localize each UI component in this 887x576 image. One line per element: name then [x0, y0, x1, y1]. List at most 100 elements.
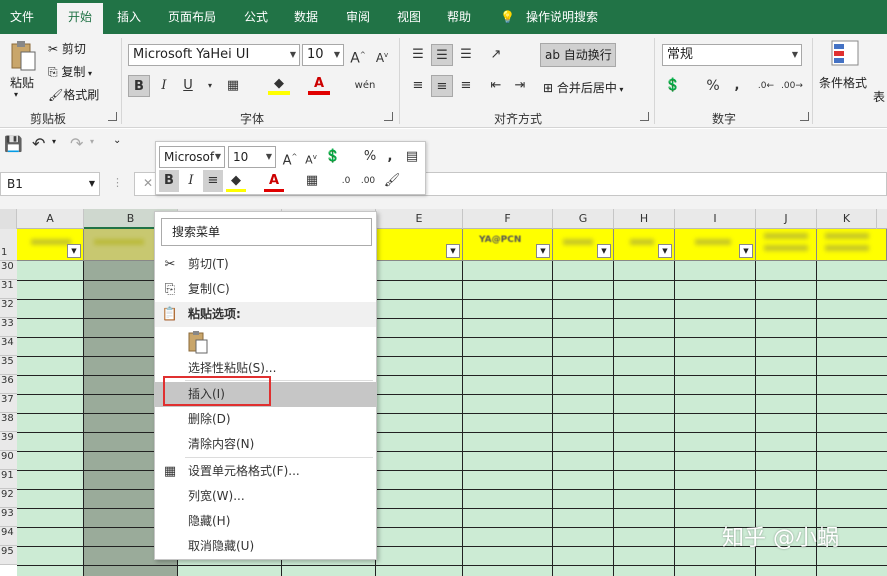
decrease-indent-icon[interactable]: ⇤	[485, 75, 507, 97]
customize-qat-icon[interactable]: ⌄	[113, 135, 121, 146]
font-size-select[interactable]: 10 ▼	[302, 44, 344, 66]
decrease-decimal-icon[interactable]: .00→	[781, 75, 803, 97]
borders-icon[interactable]: ▦	[302, 170, 322, 192]
paste-dropdown-icon[interactable]: ▾	[14, 90, 18, 99]
header-cell[interactable]: ▼	[675, 229, 756, 261]
row-header[interactable]: 91	[0, 470, 17, 489]
conditional-format-button[interactable]: 条件格式	[819, 74, 867, 91]
wrap-text-button[interactable]: ab 自动换行	[540, 43, 616, 67]
underline-dropdown-icon[interactable]: ▾	[199, 75, 221, 97]
conditional-format-icon[interactable]	[830, 39, 860, 69]
align-bottom-icon[interactable]: ☰	[455, 44, 477, 66]
row-header[interactable]: 32	[0, 299, 17, 318]
tab-help[interactable]: 帮助	[441, 0, 477, 34]
bold-button[interactable]: B	[159, 170, 179, 192]
increase-decimal-icon[interactable]: .0	[336, 170, 356, 192]
format-as-table-button[interactable]: 表	[873, 88, 885, 105]
percent-button[interactable]: %	[702, 75, 724, 97]
row-header[interactable]: 30	[0, 261, 17, 280]
font-launcher-icon[interactable]	[384, 112, 393, 121]
fill-color-icon[interactable]: ◆	[268, 75, 290, 97]
increase-decimal-icon[interactable]: .0←	[755, 75, 777, 97]
menu-item-copy[interactable]: ⎘ 复制(C)	[155, 277, 376, 302]
alignment-launcher-icon[interactable]	[640, 112, 649, 121]
phonetic-guide-icon[interactable]: wén	[352, 75, 378, 97]
header-cell[interactable]: ▼	[553, 229, 614, 261]
column-header[interactable]: A	[17, 209, 84, 229]
row-header[interactable]: 95	[0, 546, 17, 565]
row-header[interactable]: 34	[0, 337, 17, 356]
align-center-icon[interactable]: ≡	[431, 75, 453, 97]
header-cell[interactable]: ▼	[614, 229, 675, 261]
filter-dropdown-icon[interactable]: ▼	[536, 244, 550, 258]
format-as-table-icon[interactable]: ▤	[402, 146, 422, 168]
row-header[interactable]: 36	[0, 375, 17, 394]
column-header[interactable]: J	[756, 209, 817, 229]
grow-font-button[interactable]: A^	[347, 44, 369, 67]
merge-center-button[interactable]: ⊞ 合并后居中 ▾	[543, 79, 623, 96]
row-header[interactable]: 31	[0, 280, 17, 299]
tab-file[interactable]: 文件	[4, 0, 40, 34]
borders-icon[interactable]: ▦	[222, 75, 244, 97]
tab-page-layout[interactable]: 页面布局	[162, 0, 222, 34]
paste-button[interactable]: 粘贴	[10, 74, 34, 91]
chevron-down-icon[interactable]: ▾	[52, 137, 56, 146]
number-format-select[interactable]: 常规 ▼	[662, 44, 802, 66]
lightbulb-icon[interactable]: 💡	[494, 0, 521, 34]
filter-dropdown-icon[interactable]: ▼	[658, 244, 672, 258]
filter-dropdown-icon[interactable]: ▼	[739, 244, 753, 258]
menu-search-input[interactable]: 搜索菜单	[161, 218, 372, 246]
increase-indent-icon[interactable]: ⇥	[509, 75, 531, 97]
tab-insert[interactable]: 插入	[111, 0, 147, 34]
menu-item-unhide[interactable]: 取消隐藏(U)	[155, 534, 376, 559]
row-header[interactable]: 90	[0, 451, 17, 470]
decrease-decimal-icon[interactable]: .00	[358, 170, 378, 192]
redo-icon[interactable]: ↷	[70, 134, 83, 153]
filter-dropdown-icon[interactable]: ▼	[67, 244, 81, 258]
menu-item-format-cells[interactable]: ▦ 设置单元格格式(F)...	[155, 459, 376, 484]
tell-me-search[interactable]: 操作说明搜索	[520, 0, 604, 34]
row-header[interactable]: 1	[0, 229, 17, 261]
row-header[interactable]: 38	[0, 413, 17, 432]
header-cell[interactable]: ▼	[17, 229, 84, 261]
font-name-select[interactable]: Microsoft YaHei UI ▼	[128, 44, 300, 66]
mini-size-select[interactable]: 10 ▼	[228, 146, 276, 168]
tab-view[interactable]: 视图	[391, 0, 427, 34]
filter-dropdown-icon[interactable]: ▼	[446, 244, 460, 258]
align-middle-icon[interactable]: ☰	[431, 44, 453, 66]
row-header[interactable]: 39	[0, 432, 17, 451]
shrink-font-icon[interactable]: Av	[301, 146, 321, 168]
header-cell[interactable]: YA@PCN ▼	[463, 229, 553, 261]
tab-formulas[interactable]: 公式	[238, 0, 274, 34]
copy-button[interactable]: ⎘ 复制 ▾	[48, 63, 92, 80]
align-top-icon[interactable]: ☰	[407, 44, 429, 66]
undo-icon[interactable]: ↶	[32, 134, 45, 153]
row-header[interactable]: 92	[0, 489, 17, 508]
tab-review[interactable]: 审阅	[340, 0, 376, 34]
row-header[interactable]: 35	[0, 356, 17, 375]
cut-button[interactable]: ✂ 剪切	[48, 40, 86, 57]
font-color-icon[interactable]: A	[264, 170, 284, 192]
row-header[interactable]: 33	[0, 318, 17, 337]
clipboard-launcher-icon[interactable]	[108, 112, 117, 121]
column-header[interactable]: H	[614, 209, 675, 229]
font-color-icon[interactable]: A	[308, 75, 330, 97]
comma-button[interactable]: ,	[726, 75, 748, 97]
menu-item-clear-contents[interactable]: 清除内容(N)	[155, 432, 376, 457]
column-header[interactable]: K	[817, 209, 877, 229]
select-all-corner[interactable]	[0, 209, 17, 229]
fill-color-icon[interactable]: ◆	[226, 170, 246, 192]
menu-item-column-width[interactable]: 列宽(W)...	[155, 484, 376, 509]
header-cell[interactable]	[817, 229, 887, 261]
header-cell[interactable]	[756, 229, 817, 261]
header-cell[interactable]: ▼	[376, 229, 463, 261]
menu-item-cut[interactable]: ✂ 剪切(T)	[155, 252, 376, 277]
row-header[interactable]: 93	[0, 508, 17, 527]
accounting-format-icon[interactable]: 💲	[662, 75, 684, 97]
underline-button[interactable]: U	[177, 75, 199, 97]
menu-item-delete[interactable]: 删除(D)	[155, 407, 376, 432]
mini-font-select[interactable]: Microsof ▼	[159, 146, 225, 168]
percent-button[interactable]: %	[360, 146, 380, 168]
align-right-icon[interactable]: ≡	[455, 75, 477, 97]
grow-font-icon[interactable]: A^	[280, 146, 300, 168]
